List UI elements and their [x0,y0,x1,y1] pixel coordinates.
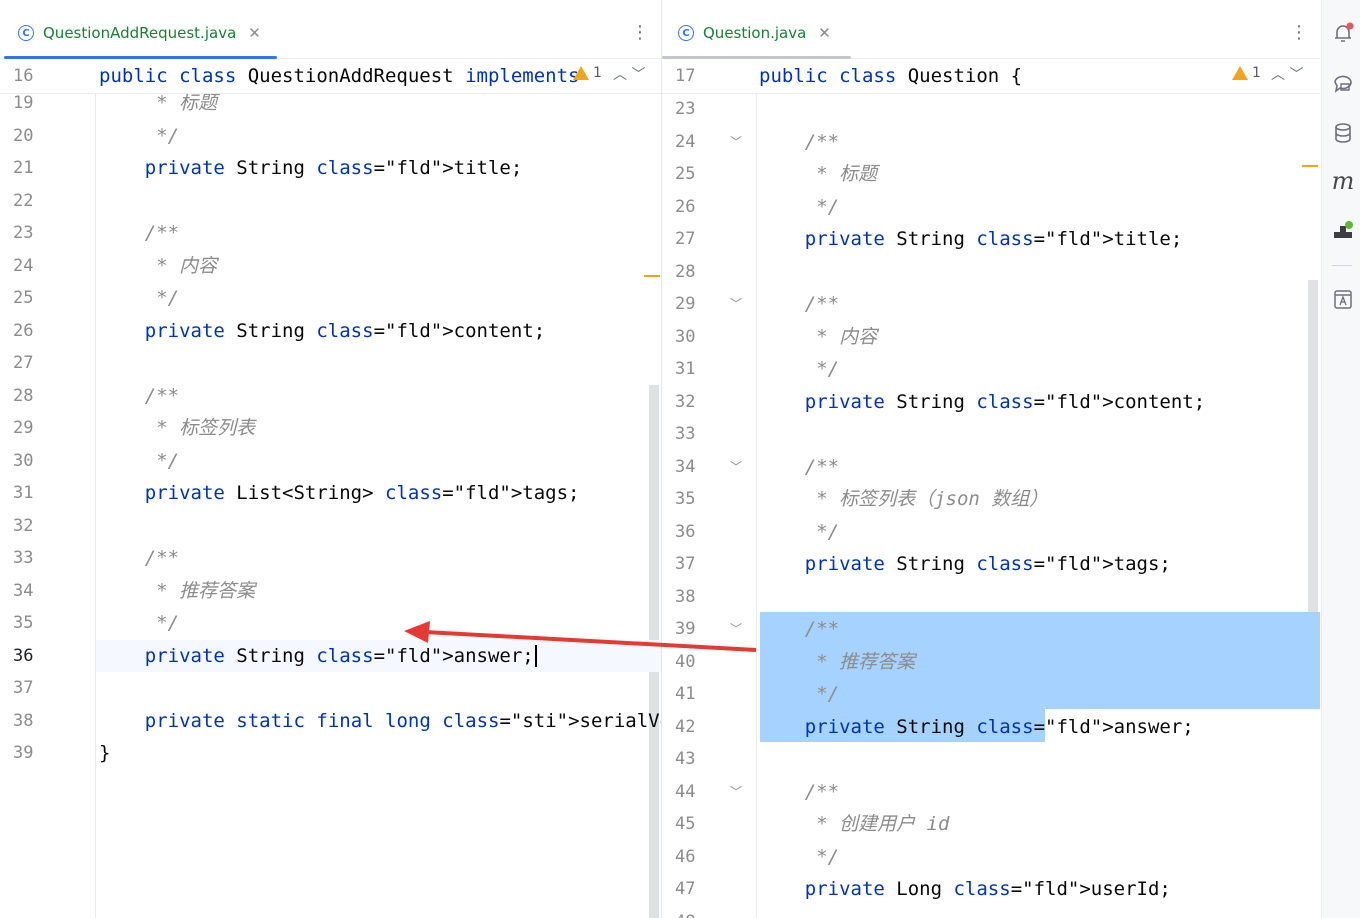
annotation-arrow [404,621,757,652]
